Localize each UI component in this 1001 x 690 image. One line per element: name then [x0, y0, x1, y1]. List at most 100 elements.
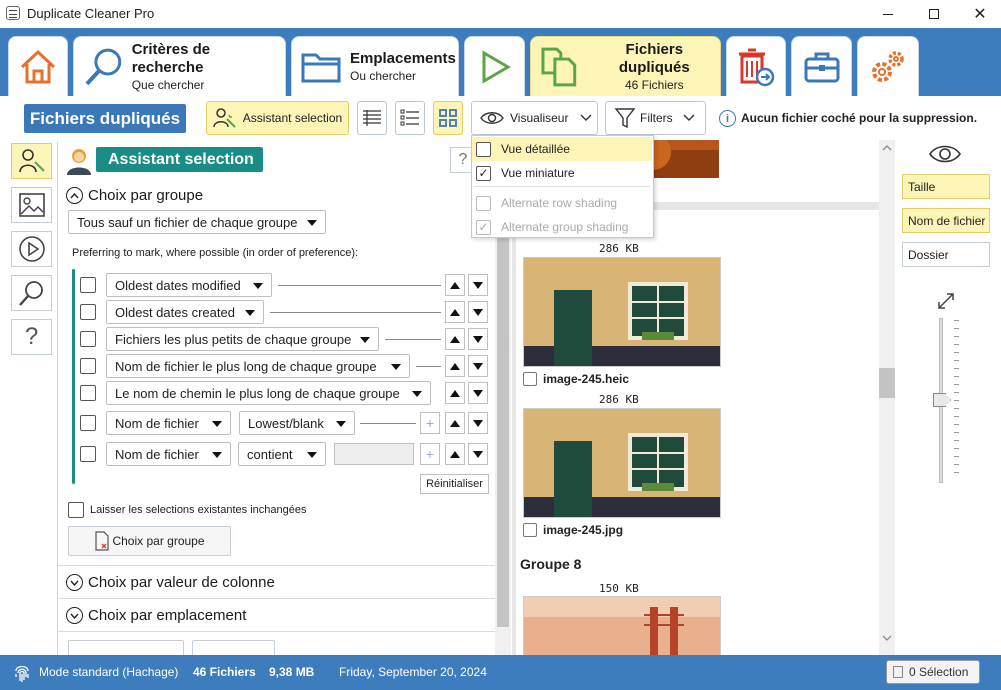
rule-dropdown[interactable]: Oldest dates created	[106, 300, 264, 324]
tab-duplicate-files[interactable]: Fichiers dupliqués 46 Fichiers	[530, 36, 721, 96]
rule-dropdown[interactable]: Nom de fichier	[106, 411, 231, 435]
move-up-button[interactable]	[445, 382, 465, 404]
menu-item-detail-view[interactable]: Vue détaillée	[472, 137, 652, 161]
keep-existing-label: Laisser les selections existantes inchan…	[90, 504, 307, 516]
tab-home[interactable]	[8, 36, 68, 96]
location-button-1[interactable]	[68, 640, 184, 655]
thumbnail-image[interactable]	[523, 408, 721, 518]
fingerprint-icon	[15, 665, 29, 682]
filename-toggle[interactable]: Nom de fichier	[902, 208, 990, 233]
group-mode-dropdown[interactable]: Tous sauf un fichier de chaque groupe	[68, 210, 326, 234]
assistant-selection-button[interactable]: Assistant selection	[206, 101, 349, 135]
move-down-button[interactable]	[468, 382, 488, 404]
filters-dropdown[interactable]: Filters	[605, 101, 706, 135]
tab-removal[interactable]	[726, 36, 786, 96]
location-button-2[interactable]	[192, 640, 275, 655]
move-down-button[interactable]	[468, 328, 488, 350]
results-scrollbar[interactable]	[879, 140, 895, 655]
tab-search-criteria[interactable]: Critères de recherche Que chercher	[73, 36, 286, 96]
expand-icon[interactable]	[66, 607, 83, 624]
move-up-button[interactable]	[445, 274, 465, 296]
rule-checkbox[interactable]	[80, 277, 96, 293]
size-toggle[interactable]: Taille	[902, 174, 990, 199]
menu-checkbox[interactable]	[476, 195, 491, 211]
side-help-button[interactable]: ?	[11, 319, 52, 355]
rule-dropdown[interactable]: Le nom de chemin le plus long de chaque …	[106, 381, 431, 405]
side-assistant-button[interactable]	[11, 143, 52, 179]
keep-existing-checkbox[interactable]	[68, 502, 84, 518]
add-button[interactable]: +	[420, 443, 440, 465]
selection-count-button[interactable]: 0 Sélection	[886, 660, 980, 684]
reset-button[interactable]: Réinitialiser	[420, 474, 489, 494]
thumbnail-image[interactable]	[523, 257, 721, 367]
chevron-down-icon[interactable]	[882, 635, 892, 641]
view-thumbnails-button[interactable]	[433, 101, 463, 135]
rule-option-dropdown[interactable]: contient	[238, 442, 326, 466]
rule-checkbox[interactable]	[80, 331, 96, 347]
view-list-button[interactable]	[395, 101, 425, 135]
chevron-up-icon[interactable]	[882, 145, 892, 151]
viewer-dropdown[interactable]: Visualiseur	[471, 101, 598, 135]
zoom-slider-thumb[interactable]	[933, 393, 951, 407]
rule-checkbox[interactable]	[80, 446, 96, 462]
menu-checkbox-checked[interactable]: ✓	[476, 219, 491, 235]
file-size: 150 KB	[599, 582, 639, 595]
search-icon	[85, 48, 122, 85]
move-up-button[interactable]	[445, 412, 465, 434]
menu-item-group-shading[interactable]: ✓ Alternate group shading	[472, 215, 652, 239]
menu-checkbox[interactable]	[476, 141, 491, 157]
side-search-button[interactable]	[11, 275, 52, 311]
move-up-button[interactable]	[445, 328, 465, 350]
thumbnail-image[interactable]	[523, 596, 721, 655]
rule-label: Oldest dates created	[115, 304, 235, 320]
rule-dropdown[interactable]: Fichiers les plus petits de chaque group…	[106, 327, 379, 351]
move-up-button[interactable]	[445, 301, 465, 323]
rule-checkbox[interactable]	[80, 385, 96, 401]
section-column-title[interactable]: Choix par valeur de colonne	[88, 574, 275, 591]
contains-input[interactable]	[334, 443, 414, 465]
expand-icon[interactable]	[66, 574, 83, 591]
minimize-button[interactable]	[865, 0, 911, 28]
file-name[interactable]: image-245.jpg	[543, 523, 623, 537]
rule-dropdown[interactable]: Nom de fichier	[106, 442, 231, 466]
rule-dropdown[interactable]: Nom de fichier le plus long de chaque gr…	[106, 354, 410, 378]
side-media-button[interactable]	[11, 231, 52, 267]
section-location-title[interactable]: Choix par emplacement	[88, 607, 246, 624]
rule-option-dropdown[interactable]: Lowest/blank	[239, 411, 355, 435]
add-button[interactable]: +	[420, 412, 440, 434]
close-button[interactable]: ✕	[957, 0, 1001, 28]
menu-item-thumbnail-view[interactable]: ✓ Vue miniature	[472, 161, 652, 185]
tab-settings[interactable]	[857, 36, 919, 96]
rule-checkbox[interactable]	[80, 304, 96, 320]
menu-item-label: Alternate row shading	[501, 196, 618, 210]
move-down-button[interactable]	[468, 443, 488, 465]
side-image-button[interactable]	[11, 187, 52, 223]
rule-checkbox[interactable]	[80, 358, 96, 374]
menu-item-row-shading[interactable]: Alternate row shading	[472, 191, 652, 215]
rule-checkbox[interactable]	[80, 415, 96, 431]
move-up-button[interactable]	[445, 355, 465, 377]
move-down-button[interactable]	[468, 412, 488, 434]
view-detail-button[interactable]	[357, 101, 387, 135]
tab-tools[interactable]	[791, 36, 852, 96]
tab-locations[interactable]: Emplacements Ou chercher	[291, 36, 459, 96]
tab-scan[interactable]	[464, 36, 525, 96]
file-name[interactable]: image-245.heic	[543, 372, 629, 386]
apply-group-button[interactable]: Choix par groupe	[68, 526, 231, 556]
scrollbar-thumb[interactable]	[879, 368, 895, 398]
menu-checkbox-checked[interactable]: ✓	[476, 165, 491, 181]
section-group-title[interactable]: Choix par groupe	[88, 187, 203, 204]
file-checkbox[interactable]	[523, 372, 537, 386]
rule-dropdown[interactable]: Oldest dates modified	[106, 273, 272, 297]
move-down-button[interactable]	[468, 274, 488, 296]
tab-subtitle: 46 Fichiers	[624, 77, 684, 92]
tab-title: Fichiers dupliqués	[618, 40, 690, 76]
move-up-button[interactable]	[445, 443, 465, 465]
collapse-icon[interactable]	[66, 187, 83, 204]
move-down-button[interactable]	[468, 355, 488, 377]
maximize-button[interactable]	[911, 0, 957, 28]
file-checkbox[interactable]	[523, 523, 537, 537]
file-count: 46 Fichiers	[193, 665, 256, 679]
move-down-button[interactable]	[468, 301, 488, 323]
folder-toggle[interactable]: Dossier	[902, 242, 990, 267]
